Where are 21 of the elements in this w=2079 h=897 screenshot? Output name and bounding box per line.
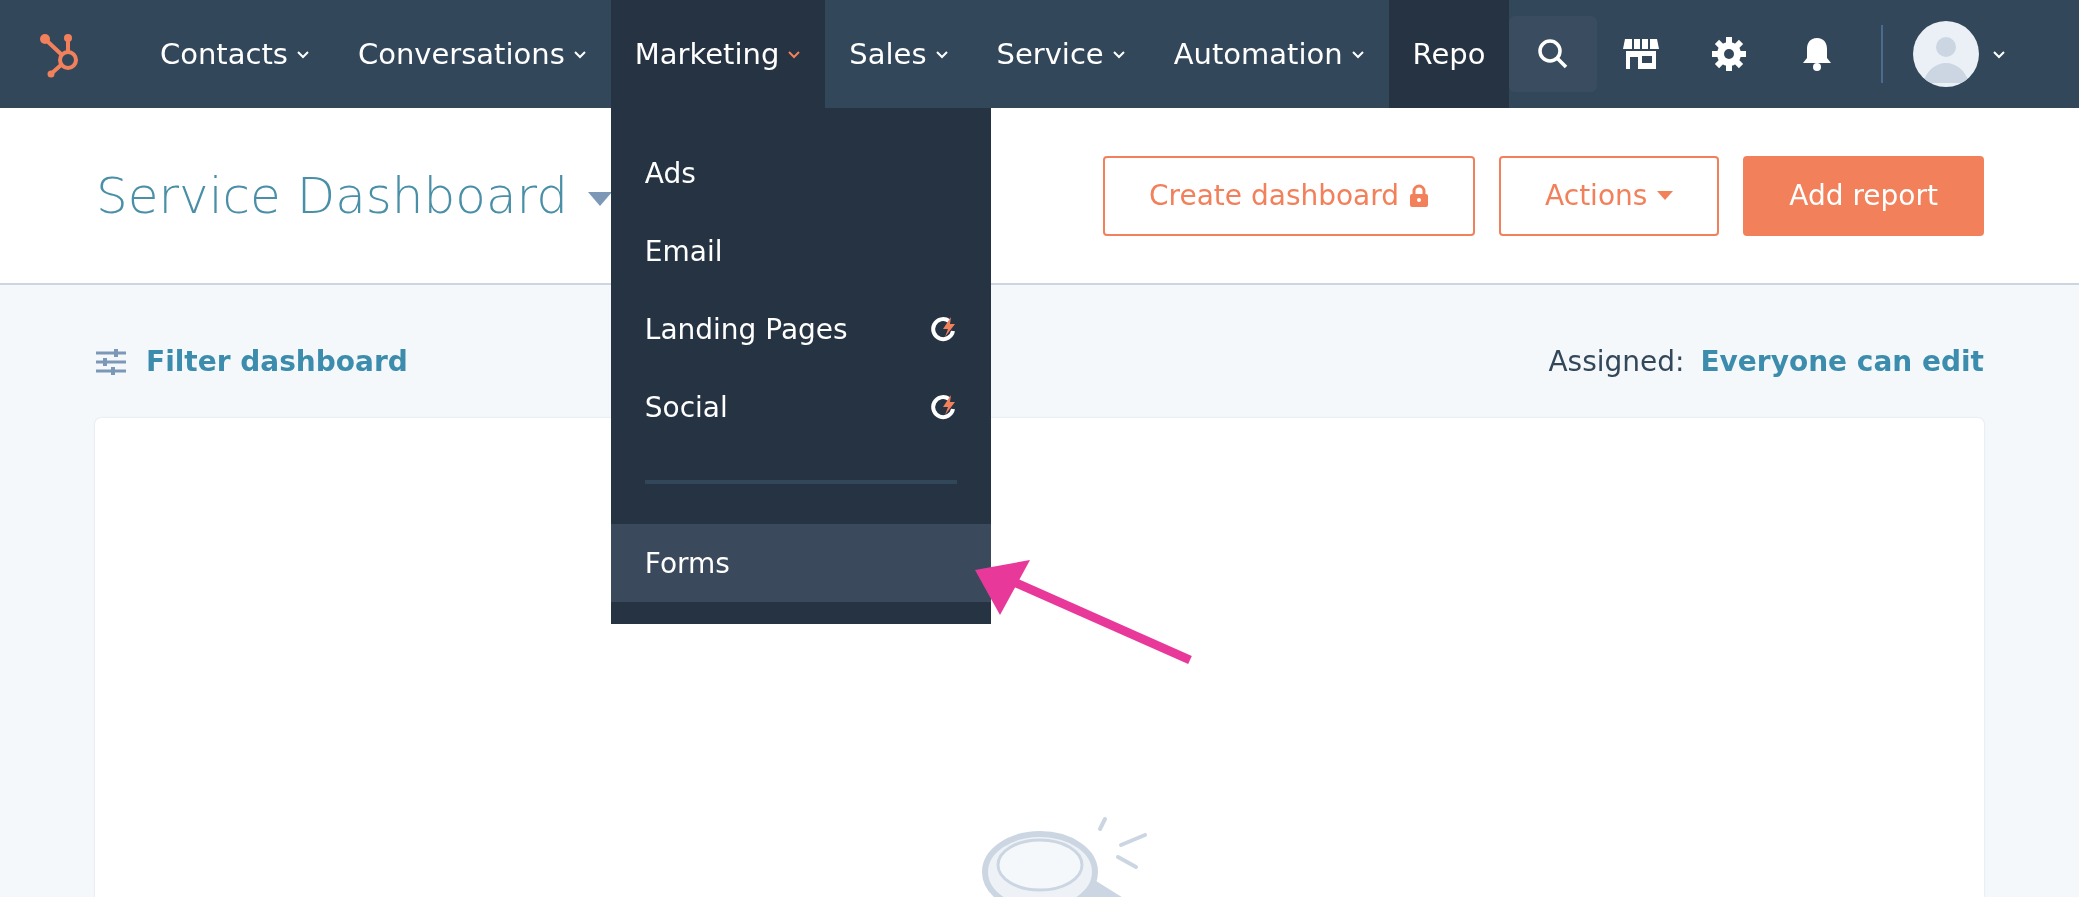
- nav-menu-item[interactable]: Contacts: [136, 0, 334, 108]
- assigned-link[interactable]: Everyone can edit: [1700, 345, 1984, 378]
- nav-menu-item[interactable]: Sales: [825, 0, 973, 108]
- lock-icon: [1409, 183, 1430, 208]
- filter-icon[interactable]: [96, 348, 126, 375]
- dashboard-title[interactable]: Service Dashboard: [96, 166, 568, 225]
- nav-menu-item[interactable]: Repo: [1388, 0, 1510, 108]
- menu-item[interactable]: Landing Pages: [610, 290, 991, 368]
- filter-dashboard-link[interactable]: Filter dashboard: [146, 345, 408, 378]
- menu-item[interactable]: Email: [610, 212, 991, 290]
- menu-item[interactable]: Forms: [610, 524, 991, 602]
- nav-menu-item[interactable]: Conversations: [333, 0, 611, 108]
- assigned-label: Assigned:: [1548, 345, 1685, 378]
- search-button[interactable]: [1509, 16, 1598, 92]
- menu-item[interactable]: Social: [610, 368, 991, 446]
- nav-menu-item[interactable]: Marketing: [610, 0, 826, 108]
- nav-menu-item[interactable]: Service: [972, 0, 1150, 108]
- beta-icon: [928, 315, 957, 343]
- nav-menu-item[interactable]: Automation: [1149, 0, 1389, 108]
- beta-icon: [928, 393, 957, 421]
- menu-item[interactable]: Ads: [610, 134, 991, 212]
